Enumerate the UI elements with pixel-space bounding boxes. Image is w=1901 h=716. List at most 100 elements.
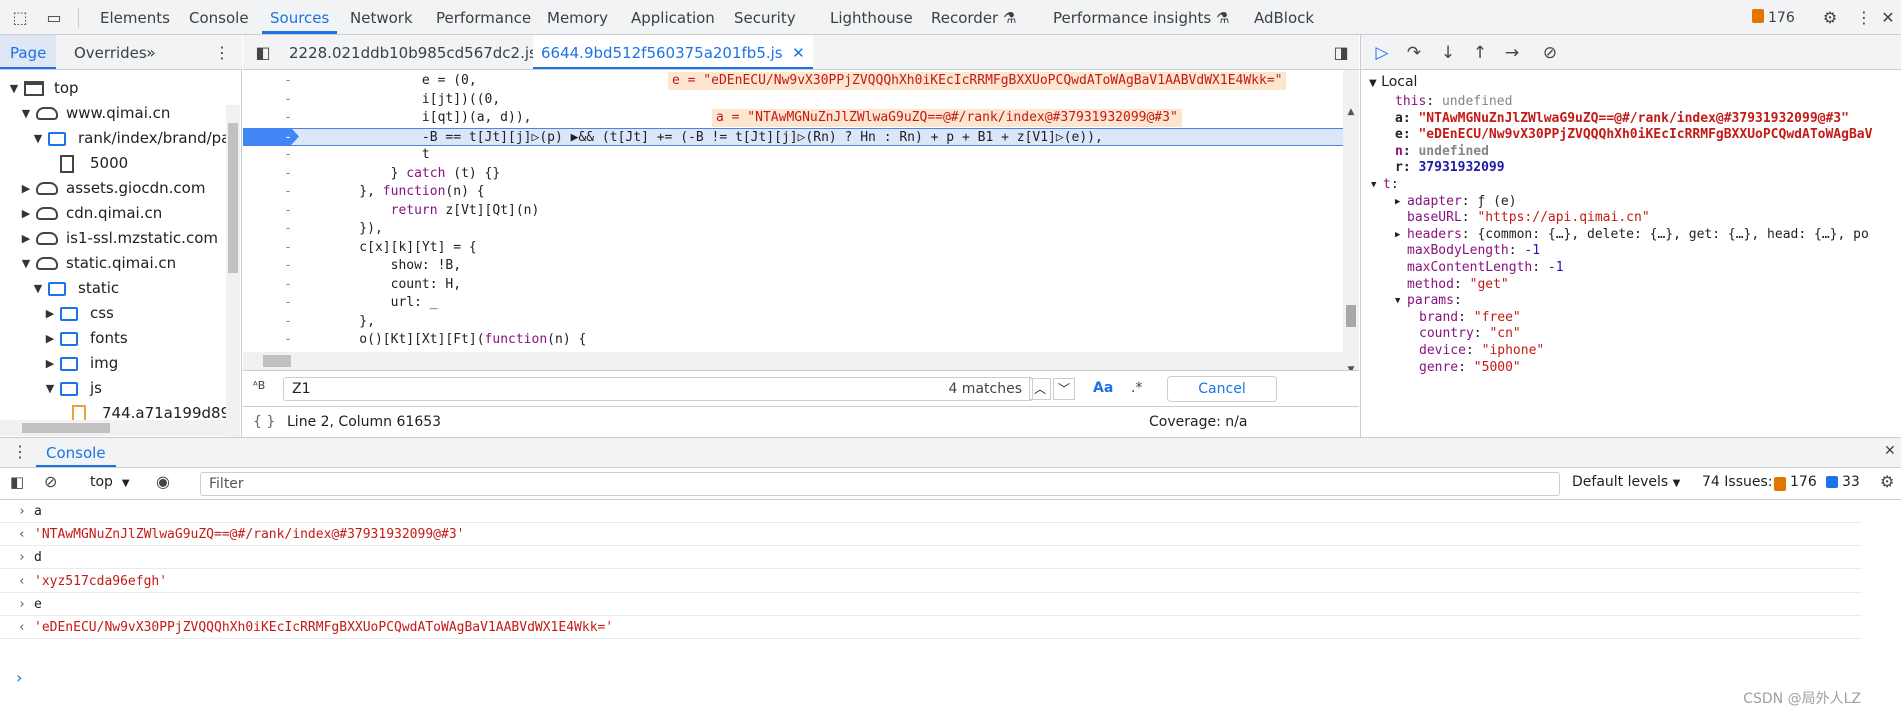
tab-application[interactable]: Application: [631, 0, 715, 34]
tree-item[interactable]: ▼ top: [0, 76, 226, 101]
code-view[interactable]: - e = (0, e = "eDEnECU/Nw9vX30PPjZVQQQhX…: [243, 70, 1343, 382]
editor-hscrollbar-thumb[interactable]: [263, 355, 291, 367]
step-icon[interactable]: →: [1499, 41, 1525, 65]
tab-lighthouse[interactable]: Lighthouse: [830, 0, 913, 34]
tree-item[interactable]: ▼ www.qimai.cn: [0, 101, 226, 126]
toggle-navigator-icon[interactable]: ◧: [251, 41, 275, 65]
tab-memory[interactable]: Memory: [547, 0, 608, 34]
navigator-hscrollbar-thumb[interactable]: [22, 423, 110, 433]
gear-icon[interactable]: ⚙: [1818, 6, 1842, 30]
resume-icon[interactable]: ▷: [1369, 41, 1395, 65]
match-case-button[interactable]: Aa: [1093, 380, 1113, 396]
kebab-menu-icon[interactable]: ⋮: [1852, 6, 1876, 30]
chevron-down-icon[interactable]: ▼: [20, 251, 32, 276]
line-number[interactable]: -: [283, 183, 293, 201]
tab-console[interactable]: Console: [189, 0, 249, 34]
console-input-row[interactable]: › e: [0, 593, 1862, 616]
console-prompt[interactable]: ›: [16, 668, 22, 687]
line-number[interactable]: -: [283, 239, 293, 257]
step-over-icon[interactable]: ↷: [1401, 41, 1427, 65]
step-into-icon[interactable]: ↓: [1435, 41, 1461, 65]
code-line[interactable]: - i[qt])(a, d)), a = "NTAwMGNuZnJlZWlwaG…: [243, 109, 1343, 127]
tab-recorder[interactable]: Recorder ⚗: [931, 0, 1016, 34]
close-icon[interactable]: ✕: [1884, 443, 1896, 459]
chevron-down-icon[interactable]: ▼: [32, 276, 44, 301]
chevron-right-icon[interactable]: ▶: [44, 351, 56, 376]
more-tabs-icon[interactable]: »: [146, 35, 156, 69]
device-toolbar-icon[interactable]: ▭: [42, 6, 66, 30]
chevron-right-icon[interactable]: ▶: [44, 301, 56, 326]
console-result-row[interactable]: ‹ 'xyz517cda96efgh': [0, 570, 1862, 593]
tab-network[interactable]: Network: [350, 0, 413, 34]
context-selector[interactable]: top ▼: [90, 474, 130, 490]
tab-console-drawer[interactable]: Console: [36, 438, 116, 467]
code-line[interactable]: - c[x][k][Yt] = {: [243, 239, 1343, 257]
line-number[interactable]: -: [283, 72, 293, 90]
chevron-down-icon[interactable]: ▼: [20, 101, 32, 126]
chevron-right-icon[interactable]: ▶: [20, 226, 32, 251]
tab-overrides[interactable]: Overrides: [74, 35, 147, 69]
issues-info-count[interactable]: 33: [1842, 474, 1860, 490]
issues-label[interactable]: 74 Issues:: [1702, 474, 1772, 490]
line-number[interactable]: -: [283, 109, 293, 127]
code-line[interactable]: - },: [243, 313, 1343, 331]
code-line[interactable]: - show: !B,: [243, 257, 1343, 275]
code-line[interactable]: - o()[Kt][Xt][Ft](function(n) {: [243, 331, 1343, 349]
cancel-button[interactable]: Cancel: [1167, 376, 1277, 402]
tree-item[interactable]: ▼ static.qimai.cn: [0, 251, 226, 276]
pretty-print-icon[interactable]: { }: [253, 407, 275, 437]
code-line[interactable]: - url: _: [243, 294, 1343, 312]
line-number[interactable]: -: [283, 331, 293, 349]
log-levels-dropdown[interactable]: Default levels ▼: [1572, 474, 1680, 490]
code-line[interactable]: - return z[Vt][Qt](n): [243, 202, 1343, 220]
tab-security[interactable]: Security: [734, 0, 796, 34]
search-input[interactable]: Z1 4 matches: [283, 377, 1033, 401]
tree-item[interactable]: 5000: [0, 151, 226, 176]
code-line[interactable]: - }),: [243, 220, 1343, 238]
tab-page[interactable]: Page: [0, 35, 57, 69]
chevron-right-icon[interactable]: ▶: [20, 201, 32, 226]
tab-performance[interactable]: Performance: [436, 0, 531, 34]
tab-elements[interactable]: Elements: [100, 0, 170, 34]
line-number[interactable]: -: [283, 202, 293, 220]
line-number[interactable]: -: [283, 220, 293, 238]
editor-hscrollbar[interactable]: [243, 352, 1343, 370]
filter-input[interactable]: Filter: [200, 472, 1560, 496]
console-result-row[interactable]: ‹ 'eDEnECU/Nw9vX30PPjZVQQQhXh0iKEcIcRRMFg…: [0, 616, 1862, 639]
editor-tab-file-active[interactable]: 6644.9bd512f560375a201fb5.js ✕: [533, 35, 813, 69]
code-line[interactable]: - }, function(n) {: [243, 183, 1343, 201]
tree-item[interactable]: ▼ rank/index/brand/pai: [0, 126, 235, 151]
line-number[interactable]: -: [283, 257, 293, 275]
chevron-down-icon[interactable]: ﹀: [1053, 378, 1075, 400]
tree-item[interactable]: ▶ img: [0, 351, 226, 376]
tree-item[interactable]: ▶ css: [0, 301, 226, 326]
gear-icon[interactable]: ⚙: [1880, 472, 1894, 491]
close-icon[interactable]: ✕: [1876, 6, 1900, 30]
toggle-debugger-icon[interactable]: ◨: [1329, 41, 1353, 65]
issues-count[interactable]: 176: [1768, 0, 1795, 34]
code-line[interactable]: - t: [243, 146, 1343, 164]
chevron-down-icon[interactable]: ▼: [44, 376, 56, 401]
code-line-paused[interactable]: - -B == t[Jt][j]▷(p) ▶&& (t[Jt] += (-B !…: [243, 127, 1343, 146]
navigator-scrollbar-thumb[interactable]: [228, 123, 238, 273]
code-line[interactable]: - i[jt])((0,: [243, 91, 1343, 109]
inspect-element-icon[interactable]: ⬚: [8, 6, 32, 30]
sidebar-toggle-icon[interactable]: ◧: [10, 473, 24, 491]
console-input-row[interactable]: › a: [0, 500, 1862, 523]
tab-performance-insights[interactable]: Performance insights ⚗: [1053, 0, 1229, 34]
line-number[interactable]: -: [283, 146, 293, 164]
code-line[interactable]: - } catch (t) {}: [243, 165, 1343, 183]
step-out-icon[interactable]: ↑: [1467, 41, 1493, 65]
tree-item[interactable]: ▶ is1-ssl.mzstatic.com: [0, 226, 226, 251]
issues-warn-count[interactable]: 176: [1790, 474, 1817, 490]
regex-button[interactable]: .*: [1131, 380, 1142, 396]
close-icon[interactable]: ✕: [792, 44, 805, 62]
tree-item[interactable]: ▼ js: [0, 376, 226, 401]
tree-item[interactable]: ▼ static: [0, 276, 226, 301]
editor-tab-file[interactable]: 2228.021ddb10b985cd567dc2.js: [289, 35, 537, 69]
tab-sources[interactable]: Sources: [262, 0, 338, 34]
scroll-up-icon[interactable]: ▲: [1343, 107, 1359, 117]
line-number[interactable]: -: [283, 313, 293, 331]
chevron-down-icon[interactable]: ▼: [8, 76, 20, 101]
console-input-row[interactable]: › d: [0, 546, 1862, 570]
